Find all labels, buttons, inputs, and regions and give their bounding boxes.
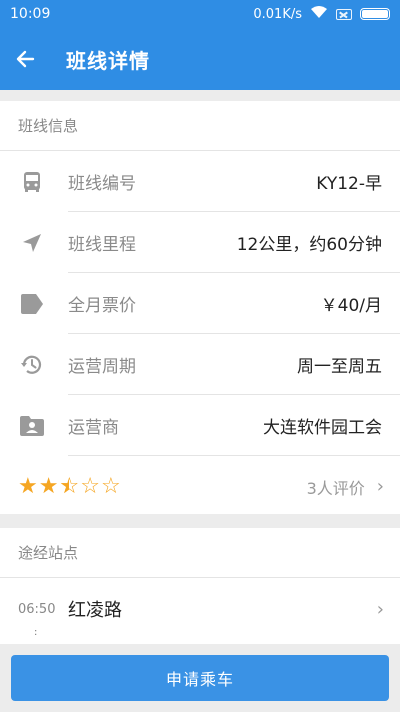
wifi-icon xyxy=(310,5,328,23)
operator-label: 运营商 xyxy=(68,418,119,438)
stop-item[interactable]: 06:50 红凌路 › : xyxy=(0,578,400,640)
route-number-value: KY12-早 xyxy=(316,174,382,194)
network-speed: 0.01K/s xyxy=(253,6,302,22)
route-distance-value: 12公里，约60分钟 xyxy=(236,235,382,255)
route-info-card: 班线信息 班线编号 KY12-早 班线里程 12公里，约60分钟 全月票价 ￥4… xyxy=(0,101,400,514)
star-rating: ★ ★ ☆★ ☆ ☆ xyxy=(18,473,121,499)
route-number-row: 班线编号 KY12-早 xyxy=(0,151,400,212)
bottom-action-bar: 申请乘车 xyxy=(0,644,400,712)
apply-ride-button[interactable]: 申请乘车 xyxy=(11,655,389,701)
star-empty-icon: ☆ xyxy=(80,473,100,499)
stop-time: 06:50 xyxy=(18,601,56,617)
monthly-fare-label: 全月票价 xyxy=(68,296,136,316)
timeline-dots: : xyxy=(34,627,38,638)
stop-name: 红凌路 xyxy=(68,600,122,621)
bus-icon xyxy=(0,170,68,194)
tag-icon xyxy=(0,293,68,315)
status-time: 10:09 xyxy=(10,6,51,22)
battery-icon xyxy=(360,8,390,20)
reviews-link[interactable]: 3人评价 › xyxy=(307,475,384,499)
sim-card-icon xyxy=(336,8,352,20)
operator-value: 大连软件园工会 xyxy=(263,418,382,438)
arrow-left-icon xyxy=(16,50,35,68)
operating-days-row: 运营周期 周一至周五 xyxy=(0,334,400,395)
operating-days-label: 运营周期 xyxy=(68,357,136,377)
chevron-right-icon: › xyxy=(376,598,384,620)
monthly-fare-row: 全月票价 ￥40/月 xyxy=(0,273,400,334)
route-distance-label: 班线里程 xyxy=(68,235,136,255)
reviews-count: 3人评价 xyxy=(306,478,365,498)
navigation-icon xyxy=(0,231,68,255)
rating-row[interactable]: ★ ★ ☆★ ☆ ☆ 3人评价 › xyxy=(0,456,400,517)
star-full-icon: ★ xyxy=(18,473,38,499)
star-empty-icon: ☆ xyxy=(100,473,121,499)
history-icon xyxy=(0,353,68,377)
route-info-header: 班线信息 xyxy=(0,101,400,151)
operator-row: 运营商 大连软件园工会 xyxy=(0,395,400,456)
route-number-label: 班线编号 xyxy=(68,174,136,194)
back-button[interactable] xyxy=(0,28,50,90)
folder-user-icon xyxy=(0,415,68,437)
route-distance-row: 班线里程 12公里，约60分钟 xyxy=(0,212,400,273)
chevron-right-icon: › xyxy=(376,476,384,497)
stops-header: 途经站点 xyxy=(0,528,400,578)
star-half-icon: ☆★ xyxy=(59,473,80,499)
status-indicators: 0.01K/s xyxy=(253,5,390,23)
page-title: 班线详情 xyxy=(66,48,150,73)
status-bar: 10:09 0.01K/s xyxy=(0,0,400,28)
operating-days-value: 周一至周五 xyxy=(297,357,382,377)
stops-card: 途经站点 06:50 红凌路 › : xyxy=(0,528,400,648)
star-full-icon: ★ xyxy=(38,473,59,499)
monthly-fare-value: ￥40/月 xyxy=(320,296,382,316)
app-bar: 班线详情 xyxy=(0,28,400,90)
